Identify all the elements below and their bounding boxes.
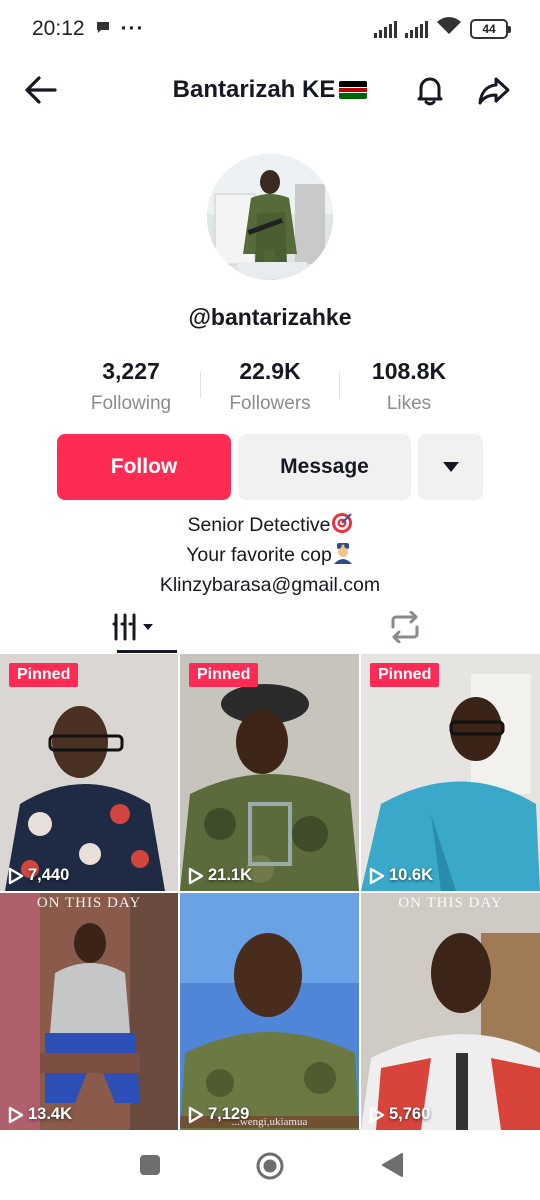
battery-icon: 44 — [470, 19, 511, 39]
video-grid-icon — [112, 613, 153, 641]
page-title: Bantarizah KE — [173, 76, 368, 104]
video-thumbnail-image — [361, 654, 540, 891]
signal-icon-2 — [405, 20, 428, 38]
pinned-badge: Pinned — [370, 663, 440, 687]
view-count: 5,760 — [369, 1105, 430, 1124]
home-circle-icon — [256, 1152, 284, 1180]
view-count-text: 7,440 — [28, 866, 70, 884]
video-thumbnail-image — [361, 893, 540, 1130]
back-nav-button[interactable] — [378, 1150, 408, 1180]
bell-icon — [417, 77, 443, 106]
status-bar: 20:12 ··· 44 — [0, 0, 540, 58]
view-count-text: 5,760 — [389, 1105, 431, 1123]
active-tab-indicator — [117, 650, 177, 653]
follow-button[interactable]: Follow — [57, 434, 231, 500]
kenya-flag-icon — [339, 81, 368, 99]
bio-line-1-text: Senior Detective — [187, 514, 331, 536]
view-count: 10.6K — [369, 866, 433, 885]
bio-line-1: Senior Detective — [0, 512, 540, 542]
play-icon — [8, 867, 24, 884]
view-count: 13.4K — [8, 1105, 72, 1124]
video-thumbnail[interactable]: ON THIS DAY 13.4K — [0, 893, 178, 1130]
tab-reposts[interactable] — [270, 600, 540, 654]
view-count-text: 7,129 — [208, 1105, 250, 1123]
back-button[interactable] — [22, 74, 62, 106]
avatar-photo — [207, 154, 333, 280]
video-thumbnail-image — [0, 893, 178, 1130]
system-navigation-bar — [0, 1130, 540, 1200]
video-thumbnail-image — [180, 654, 359, 891]
play-icon — [8, 1106, 24, 1123]
profile-header: Bantarizah KE — [0, 58, 540, 122]
video-thumbnail[interactable]: ON THIS DAY 5,760 — [361, 893, 540, 1130]
play-icon — [188, 1106, 204, 1123]
video-thumbnail[interactable]: Pinned 7,440 — [0, 654, 178, 891]
video-thumbnail[interactable]: Pinned 21.1K — [180, 654, 359, 891]
avatar[interactable] — [207, 154, 333, 280]
likes-label: Likes — [386, 393, 432, 414]
view-count: 7,440 — [8, 866, 69, 885]
message-button[interactable]: Message — [238, 434, 411, 500]
pinned-badge: Pinned — [189, 663, 259, 687]
status-time: 20:12 — [32, 17, 85, 40]
more-options-button[interactable] — [418, 434, 483, 500]
content-tabs — [0, 600, 540, 654]
on-this-day-overlay: ON THIS DAY — [36, 895, 142, 911]
view-count: 21.1K — [188, 866, 252, 885]
profile-stats: 3,227 Following 22.9K Followers 108.8K L… — [62, 358, 478, 418]
view-count: 7,129 — [188, 1105, 249, 1124]
share-button[interactable] — [474, 70, 514, 110]
bio-email[interactable]: Klinzybarasa@gmail.com — [0, 572, 540, 599]
triangle-back-icon — [382, 1153, 403, 1177]
tab-videos[interactable] — [0, 600, 270, 654]
wifi-icon — [436, 16, 462, 42]
on-this-day-overlay: ON THIS DAY — [398, 895, 503, 911]
bio-line-2: Your favorite cop — [0, 542, 540, 572]
recent-apps-button[interactable] — [135, 1150, 165, 1180]
followers-stat[interactable]: 22.9K Followers — [201, 358, 339, 418]
video-thumbnail-image — [180, 893, 359, 1130]
chat-notification-icon — [95, 17, 111, 41]
video-thumbnail-image — [0, 654, 178, 891]
likes-count: 108.8K — [371, 358, 447, 384]
view-count-text: 21.1K — [208, 866, 253, 884]
following-label: Following — [90, 393, 172, 414]
view-count-text: 13.4K — [28, 1105, 73, 1123]
likes-stat[interactable]: 108.8K Likes — [340, 358, 478, 418]
repost-icon — [391, 611, 419, 643]
profile-bio: Senior Detective Your favorite cop Klinz… — [0, 512, 540, 599]
following-stat[interactable]: 3,227 Following — [62, 358, 200, 418]
play-icon — [369, 867, 385, 884]
username: @bantarizahke — [188, 304, 352, 330]
share-icon — [478, 77, 510, 105]
view-count-text: 10.6K — [389, 866, 434, 884]
signal-icon-1 — [374, 20, 397, 38]
target-icon — [331, 512, 353, 542]
followers-label: Followers — [229, 393, 311, 414]
pinned-badge: Pinned — [9, 663, 79, 687]
play-icon — [369, 1106, 385, 1123]
followers-count: 22.9K — [239, 358, 301, 384]
caret-down-icon — [442, 462, 459, 472]
notification-bell-button[interactable] — [410, 70, 450, 110]
square-icon — [140, 1155, 160, 1175]
bio-line-2-text: Your favorite cop — [186, 544, 332, 566]
video-grid: Pinned 7,440 Pinned 21.1K Pinned 10.6K O… — [0, 654, 540, 1130]
police-officer-icon — [332, 542, 354, 572]
video-thumbnail[interactable]: Pinned 10.6K — [361, 654, 540, 891]
back-arrow-icon — [25, 76, 57, 104]
video-thumbnail[interactable]: ...wengi,ukiamua 7,129 — [180, 893, 359, 1130]
profile-name: Bantarizah KE — [172, 76, 336, 103]
more-notifications-icon: ··· — [120, 17, 145, 40]
play-icon — [188, 867, 204, 884]
action-buttons: Follow Message — [57, 434, 483, 500]
home-button[interactable] — [254, 1150, 284, 1180]
following-count: 3,227 — [102, 358, 160, 384]
